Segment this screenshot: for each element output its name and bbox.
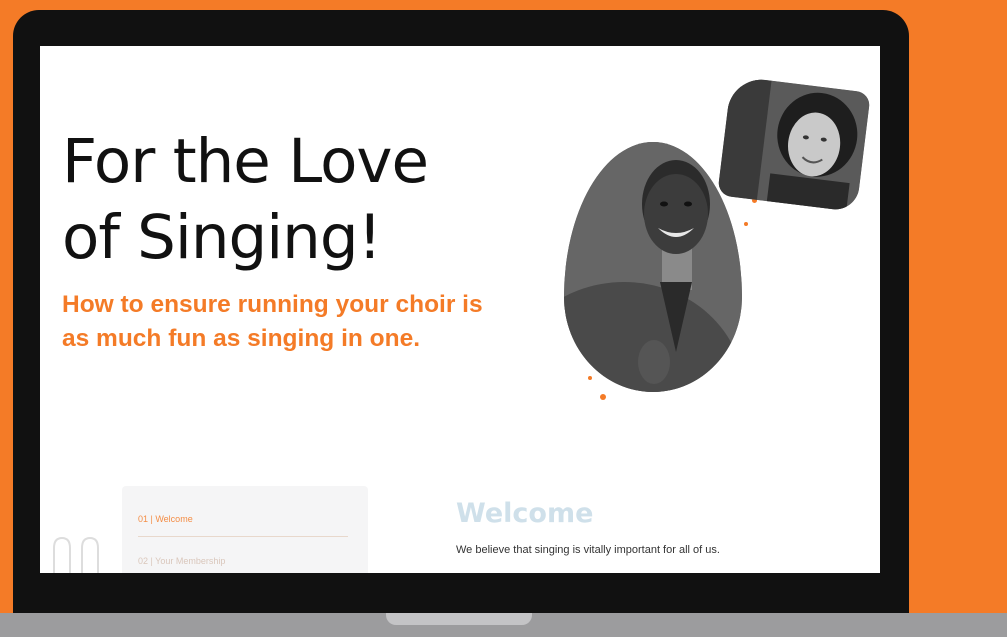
hero-title-line-1: For the Love [62, 126, 429, 197]
singer-photo-woman [717, 75, 871, 213]
hero-subtitle-line-1: How to ensure running your choir is [62, 291, 483, 318]
toc-item-membership[interactable]: 02 | Your Membership [138, 556, 225, 566]
paint-splash [588, 376, 592, 380]
toc-divider [138, 536, 348, 537]
paint-splash [600, 394, 606, 400]
table-of-contents: 01 | Welcome 02 | Your Membership [122, 486, 368, 573]
laptop-notch [386, 613, 532, 625]
paint-splash [744, 222, 748, 226]
singer-photo-man [564, 142, 742, 392]
woman-portrait-icon [717, 75, 871, 213]
arch-decoration-icon [53, 536, 99, 573]
hero-subtitle: How to ensure running your choir is as m… [62, 288, 582, 356]
hero-title: For the Love of Singing! [62, 124, 429, 276]
welcome-heading: Welcome [456, 498, 594, 529]
man-portrait-icon [564, 142, 742, 392]
hero-title-line-2: of Singing! [62, 202, 382, 273]
hero-subtitle-line-2: as much fun as singing in one. [62, 325, 421, 352]
welcome-text: We believe that singing is vitally impor… [456, 544, 720, 556]
toc-item-welcome[interactable]: 01 | Welcome [138, 514, 193, 524]
laptop-screen: For the Love of Singing! How to ensure r… [40, 46, 880, 573]
